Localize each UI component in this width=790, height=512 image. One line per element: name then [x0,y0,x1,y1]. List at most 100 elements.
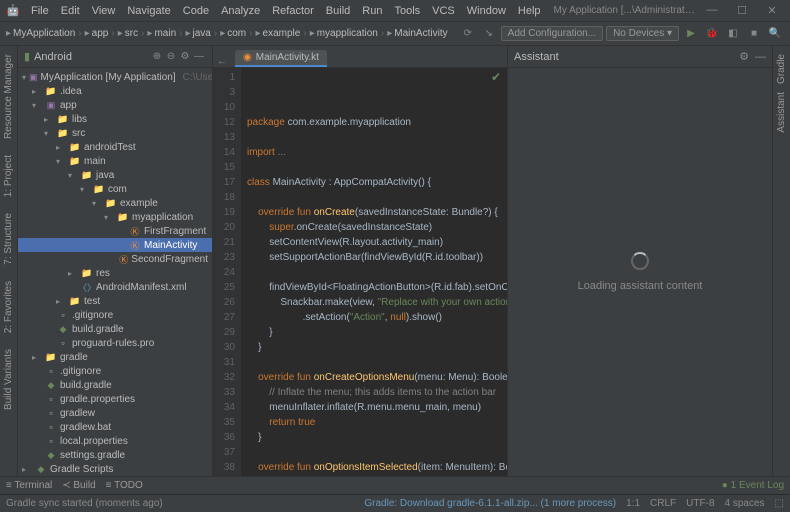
tree-item-main[interactable]: ▾📁main [18,154,212,168]
tree-item-firstfragment[interactable]: ⓀFirstFragment [18,224,212,238]
breadcrumb-item[interactable]: ▸ com [220,28,246,39]
tree-item-gradle-scripts[interactable]: ▸◆Gradle Scripts [18,462,212,476]
tree-item-secondfragment[interactable]: ⓀSecondFragment [18,252,212,266]
project-panel-header: ▮ Android ⊕ ⊖ ⚙ — [18,46,212,68]
tree-item--gitignore[interactable]: ▫.gitignore [18,308,212,322]
hide-panel-icon[interactable]: — [192,51,206,62]
breadcrumb-item[interactable]: ▸ main [147,28,176,39]
left-tab-1--project[interactable]: 1: Project [2,151,15,201]
bottom-tab[interactable]: ≺ Build [62,480,95,491]
loading-spinner-icon [631,252,649,270]
window-controls: — ☐ ✕ [700,4,784,17]
bottom-tab[interactable]: ≡ TODO [106,480,143,491]
breadcrumb-item[interactable]: ▸ MainActivity [387,28,447,39]
tree-item-example[interactable]: ▾📁example [18,196,212,210]
right-tool-strip: GradleAssistant [772,46,790,476]
menu-build[interactable]: Build [321,3,355,19]
tree-item-res[interactable]: ▸📁res [18,266,212,280]
menu-help[interactable]: Help [513,3,546,19]
breadcrumb-item[interactable]: ▸ myapplication [310,28,378,39]
tree-item-proguard-rules-pro[interactable]: ▫proguard-rules.pro [18,336,212,350]
expand-icon[interactable]: ⊕ [150,51,164,62]
breadcrumb-item[interactable]: ▸ app [85,28,109,39]
minimize-button[interactable]: — [700,4,724,17]
menu-tools[interactable]: Tools [389,3,425,19]
tree-item-myapplication[interactable]: ▾📁myapplication [18,210,212,224]
breadcrumb-item[interactable]: ▸ example [256,28,301,39]
tree-item-build-gradle[interactable]: ◆build.gradle [18,322,212,336]
sync-icon[interactable]: ⟳ [459,25,477,43]
tab-label: MainActivity.kt [256,52,319,63]
tree-item-gradlew[interactable]: ▫gradlew [18,406,212,420]
collapse-icon[interactable]: ⊖ [164,51,178,62]
run-last-icon[interactable]: ↘ [480,25,498,43]
tree-item--gitignore[interactable]: ▫.gitignore [18,364,212,378]
settings-icon[interactable]: ⚙ [178,51,192,62]
left-tab-7--structure[interactable]: 7: Structure [2,209,15,269]
tree-item--idea[interactable]: ▸📁.idea [18,84,212,98]
assistant-title: Assistant [514,51,739,63]
menu-view[interactable]: View [87,3,121,19]
menu-file[interactable]: File [26,3,54,19]
tree-item-gradle[interactable]: ▸📁gradle [18,350,212,364]
tree-item-test[interactable]: ▸📁test [18,294,212,308]
debug-icon[interactable]: 🐞 [703,25,721,43]
nav-back-icon[interactable]: ← [217,56,231,67]
tree-item-mainactivity[interactable]: ⓀMainActivity [18,238,212,252]
menu-vcs[interactable]: VCS [427,3,460,19]
editor-area: ← ◉ MainActivity.kt 13101213141517181920… [213,46,507,476]
breadcrumb-item[interactable]: ▸ MyApplication [6,28,75,39]
menu-run[interactable]: Run [357,3,387,19]
tree-item-androidmanifest-xml[interactable]: 〈〉AndroidManifest.xml [18,280,212,294]
project-view-selector[interactable]: Android [34,51,150,63]
code-editor[interactable]: 1310121314151718192021232425262729303132… [213,68,507,476]
assistant-body: Loading assistant content [508,68,772,476]
menu-navigate[interactable]: Navigate [122,3,175,19]
left-tab-2--favorites[interactable]: 2: Favorites [2,277,15,337]
device-dropdown[interactable]: No Devices ▾ [606,26,679,41]
tree-item-libs[interactable]: ▸📁libs [18,112,212,126]
stop-icon[interactable]: ■ [745,25,763,43]
bottom-tab[interactable]: ≡ Terminal [6,480,52,491]
menu-analyze[interactable]: Analyze [216,3,265,19]
left-tab-build-variants[interactable]: Build Variants [2,345,15,414]
right-tab-gradle[interactable]: Gradle [775,50,788,88]
tree-item-gradlew-bat[interactable]: ▫gradlew.bat [18,420,212,434]
right-tab-assistant[interactable]: Assistant [775,88,788,137]
tree-item-app[interactable]: ▾▣app [18,98,212,112]
left-tab-resource-manager[interactable]: Resource Manager [2,50,15,143]
tree-item-myapplication--my-application-[interactable]: ▾▣MyApplication [My Application]C:\Users… [18,70,212,84]
run-icon[interactable]: ▶ [682,25,700,43]
close-button[interactable]: ✕ [760,4,784,17]
tree-item-settings-gradle[interactable]: ◆settings.gradle [18,448,212,462]
menu-refactor[interactable]: Refactor [267,3,319,19]
search-icon[interactable]: 🔍 [766,25,784,43]
code-content[interactable]: ✔ package com.example.myapplication impo… [241,68,507,476]
kotlin-file-icon: ◉ [243,52,252,63]
breadcrumb: ▸ MyApplication›▸ app›▸ src›▸ main›▸ jav… [6,28,456,39]
tree-item-java[interactable]: ▾📁java [18,168,212,182]
maximize-button[interactable]: ☐ [730,4,754,17]
project-panel: ▮ Android ⊕ ⊖ ⚙ — ▾▣MyApplication [My Ap… [18,46,213,476]
project-tree[interactable]: ▾▣MyApplication [My Application]C:\Users… [18,68,212,476]
breadcrumb-item[interactable]: ▸ src [118,28,138,39]
tree-item-src[interactable]: ▾📁src [18,126,212,140]
hide-assistant-icon[interactable]: — [755,51,766,63]
window-title: My Application [...\Administrator\Androi… [554,5,700,16]
tree-item-build-gradle[interactable]: ◆build.gradle [18,378,212,392]
tree-item-gradle-properties[interactable]: ▫gradle.properties [18,392,212,406]
event-log-tab[interactable]: ● 1 Event Log [722,480,784,491]
breadcrumb-item[interactable]: ▸ java [185,28,210,39]
tree-item-androidtest[interactable]: ▸📁androidTest [18,140,212,154]
menu-edit[interactable]: Edit [56,3,85,19]
menu-code[interactable]: Code [178,3,214,19]
tab-mainactivity[interactable]: ◉ MainActivity.kt [235,50,327,67]
menu-window[interactable]: Window [462,3,511,19]
run-config-dropdown[interactable]: Add Configuration... [501,26,603,41]
tree-item-local-properties[interactable]: ▫local.properties [18,434,212,448]
profile-icon[interactable]: ◧ [724,25,742,43]
assistant-panel: Assistant ⚙ — Loading assistant content [507,46,772,476]
tree-item-com[interactable]: ▾📁com [18,182,212,196]
android-icon: ▮ [24,50,30,63]
gear-icon[interactable]: ⚙ [739,50,749,63]
